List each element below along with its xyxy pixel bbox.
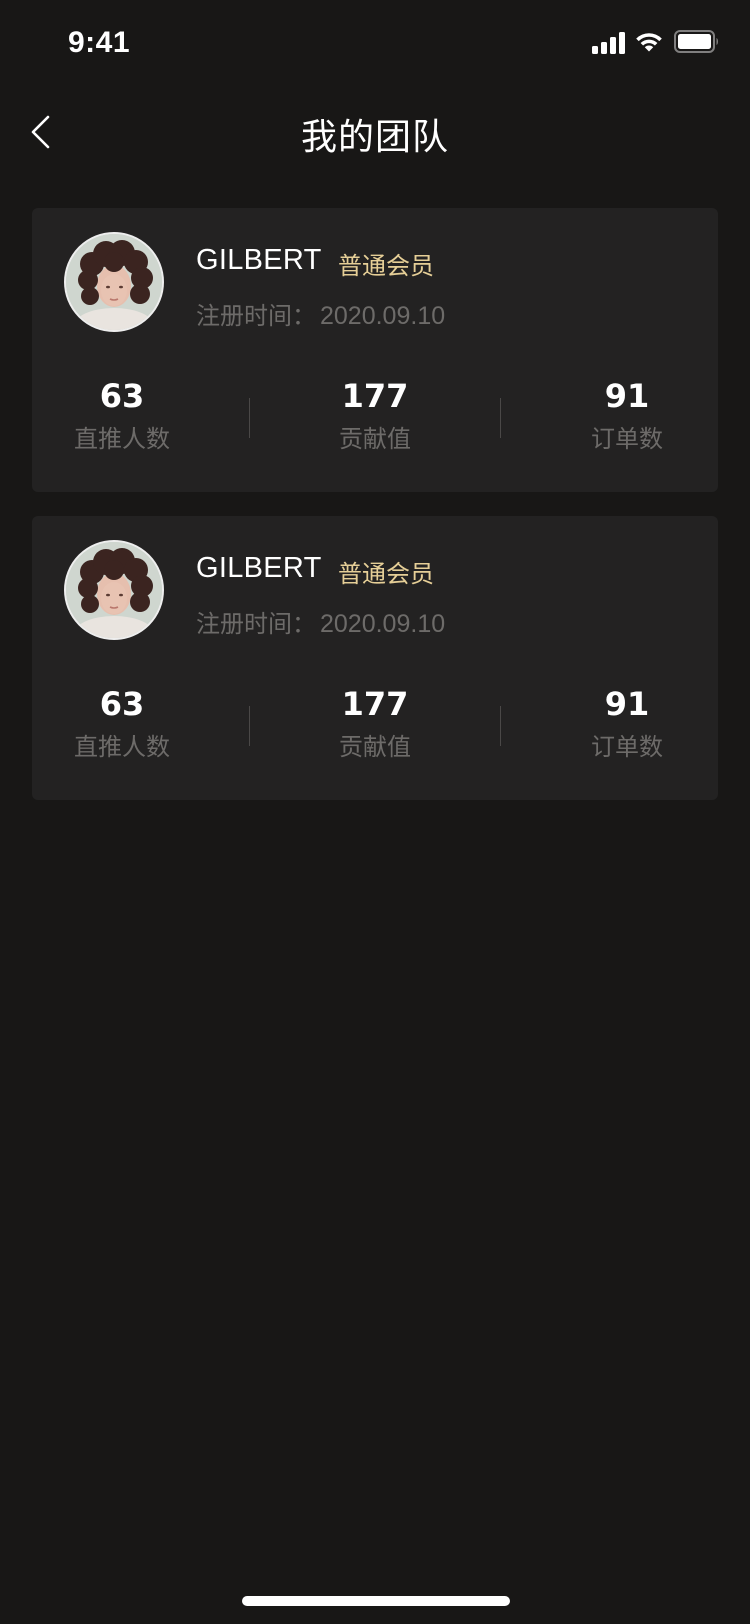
member-list: GILBERT 普通会员 注册时间： 2020.09.10 63 直推人数 177… — [32, 208, 718, 824]
stat-label: 贡献值 — [339, 733, 411, 761]
page-title: 我的团队 — [300, 117, 449, 158]
stats-row: 63 直推人数 177 贡献值 91 订单数 — [32, 376, 718, 466]
stat-value: 63 — [99, 377, 145, 415]
member-name: GILBERT — [196, 552, 322, 584]
avatar — [64, 232, 164, 332]
stat-divider — [249, 398, 250, 438]
home-indicator[interactable] — [242, 1596, 510, 1606]
stats-row: 63 直推人数 177 贡献值 91 订单数 — [32, 684, 718, 774]
member-name: GILBERT — [196, 244, 322, 276]
status-time: 9:41 — [68, 26, 131, 59]
stat-value: 177 — [341, 377, 409, 415]
stat-value: 63 — [99, 685, 145, 723]
registration-info: 注册时间： 2020.09.10 — [196, 604, 445, 639]
stat-contribution: 177 贡献值 — [285, 684, 465, 764]
status-bar: 9:41 — [0, 0, 750, 88]
member-card[interactable]: GILBERT 普通会员 注册时间： 2020.09.10 63 直推人数 177… — [32, 208, 718, 492]
member-level-badge: 普通会员 — [338, 252, 434, 280]
stat-direct-referrals: 63 直推人数 — [32, 376, 212, 456]
wifi-icon — [636, 33, 662, 52]
stat-value: 91 — [604, 685, 650, 723]
battery-icon — [674, 30, 718, 53]
registration-info: 注册时间： 2020.09.10 — [196, 296, 445, 331]
stat-value: 91 — [604, 377, 650, 415]
cellular-signal-icon — [592, 32, 625, 54]
stat-label: 订单数 — [591, 733, 663, 761]
avatar — [64, 540, 164, 640]
stat-label: 直推人数 — [74, 733, 170, 761]
stat-value: 177 — [341, 685, 409, 723]
stat-divider — [500, 706, 501, 746]
member-level-badge: 普通会员 — [338, 560, 434, 588]
stat-orders: 91 订单数 — [537, 376, 717, 456]
stat-orders: 91 订单数 — [537, 684, 717, 764]
stat-label: 订单数 — [591, 425, 663, 453]
stat-contribution: 177 贡献值 — [285, 376, 465, 456]
registration-label: 注册时间： — [196, 302, 316, 330]
nav-bar: 我的团队 — [0, 88, 750, 176]
avatar-portrait — [66, 234, 162, 330]
stat-direct-referrals: 63 直推人数 — [32, 684, 212, 764]
registration-date: 2020.09.10 — [320, 302, 446, 330]
avatar-portrait — [66, 542, 162, 638]
member-card[interactable]: GILBERT 普通会员 注册时间： 2020.09.10 63 直推人数 177… — [32, 516, 718, 800]
registration-date: 2020.09.10 — [320, 610, 446, 638]
registration-label: 注册时间： — [196, 610, 316, 638]
stat-divider — [500, 398, 501, 438]
stat-divider — [249, 706, 250, 746]
stat-label: 直推人数 — [74, 425, 170, 453]
stat-label: 贡献值 — [339, 425, 411, 453]
